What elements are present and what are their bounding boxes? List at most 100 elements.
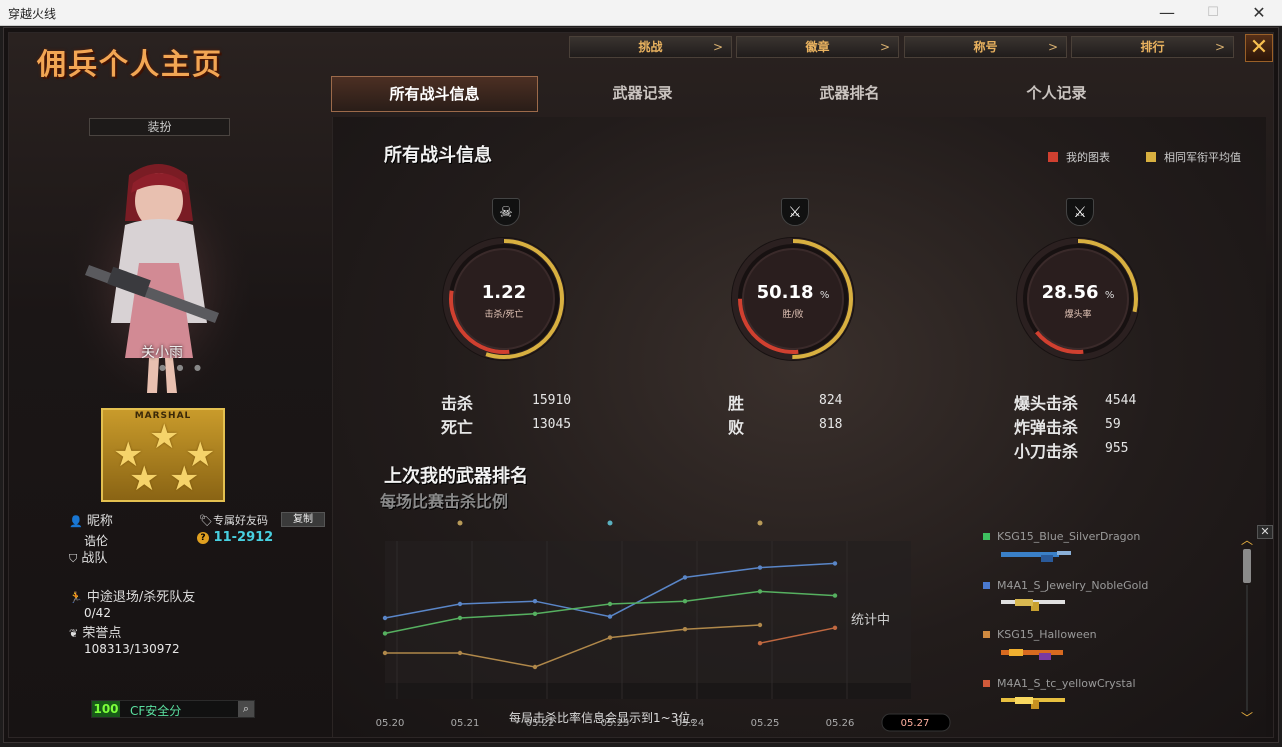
chart-x-tick: 05.21 bbox=[451, 718, 480, 729]
star-icon: ★ bbox=[149, 417, 180, 457]
team-row: ⛉ 战队 bbox=[69, 547, 107, 566]
crossed-swords-icon: ⚔ bbox=[781, 198, 809, 226]
star-icon: ★ bbox=[129, 459, 160, 499]
scrollbar-track[interactable] bbox=[1246, 585, 1248, 711]
chart-plot-area bbox=[385, 541, 911, 699]
friend-code-label: 专属好友码 bbox=[212, 514, 268, 527]
cf-safety-score: 100 CF安全分 ⌕ bbox=[91, 700, 255, 718]
stat-wins-value: 824 bbox=[819, 393, 843, 408]
weapon-name: KSG15_Halloween bbox=[997, 628, 1097, 641]
tab-challenge-label: 挑战 bbox=[638, 40, 663, 54]
gauge-winrate-value: 50.18 % bbox=[756, 282, 830, 303]
chart-title: 每场比赛击杀比例 bbox=[380, 492, 509, 511]
chart-x-tick: 05.27 bbox=[901, 718, 930, 729]
tab-personal-record[interactable]: 个人记录 bbox=[953, 76, 1160, 112]
honor-value: 108313/130972 bbox=[84, 642, 180, 656]
gauge-winrate-label: 胜/败 bbox=[782, 310, 804, 320]
quit-label: 中途退场/杀死队友 bbox=[86, 590, 196, 605]
weapon-color-swatch bbox=[983, 582, 990, 589]
window-titlebar: 穿越火线 — ☐ ✕ bbox=[0, 0, 1282, 26]
dress-up-button[interactable]: 装扮 bbox=[89, 118, 230, 136]
honor-label: 荣誉点 bbox=[82, 626, 122, 641]
shield-icon: ⛉ bbox=[69, 552, 78, 565]
tab-weapon-ranking[interactable]: 武器排名 bbox=[746, 76, 953, 112]
copy-button[interactable]: 复制 bbox=[281, 512, 325, 527]
stat-bomb-kills-value: 59 bbox=[1105, 417, 1121, 432]
section-title: 所有战斗信息 bbox=[384, 145, 492, 166]
legend-mine: 我的图表 bbox=[1048, 149, 1110, 165]
tab-all-battle-info[interactable]: 所有战斗信息 bbox=[331, 76, 538, 112]
weapon-color-swatch bbox=[983, 680, 990, 687]
rifle-gold-icon bbox=[1001, 599, 1065, 611]
help-icon[interactable]: ? bbox=[197, 532, 209, 544]
gauge-kd-value: 1.22 bbox=[481, 282, 527, 303]
weapon-list-scrollbar[interactable]: ︿ ﹀ bbox=[1240, 534, 1254, 725]
rank-badge-marshal: MARSHAL ★ ★ ★ ★ ★ bbox=[101, 408, 225, 502]
scrollbar-thumb[interactable] bbox=[1243, 549, 1251, 583]
gauge-winrate: 50.18 % 胜/败 bbox=[728, 234, 858, 364]
minimize-button[interactable]: — bbox=[1144, 2, 1190, 24]
weapon-name: M4A1_S_Jewelry_NobleGold bbox=[997, 579, 1149, 592]
weapon-color-swatch bbox=[983, 631, 990, 638]
chevron-up-icon[interactable]: ︿ bbox=[1240, 534, 1254, 546]
kill-ratio-chart: 05.20 05.21 05.22 05.23 05.24 05.25 05.26 05.27 bbox=[373, 520, 951, 732]
shotgun-halloween-icon bbox=[1001, 649, 1063, 660]
chart-x-tick: 05.25 bbox=[751, 718, 780, 729]
rifle-crystal-icon bbox=[1001, 697, 1065, 709]
tab-ranking[interactable]: 排行 > bbox=[1071, 36, 1234, 58]
maximize-button[interactable]: ☐ bbox=[1190, 2, 1236, 24]
chart-top-marker bbox=[607, 520, 613, 526]
app-panel: 佣兵个人主页 挑战 > 徽章 > 称号 > 排行 > ✕ 所有战斗信息 武器记录 武器排… bbox=[8, 32, 1274, 738]
person-icon: 👤 bbox=[69, 515, 83, 528]
chart-top-marker bbox=[457, 520, 463, 526]
tab-challenge[interactable]: 挑战 > bbox=[569, 36, 732, 58]
team-label: 战队 bbox=[81, 551, 108, 566]
friend-code-row: 🏷专属好友码 bbox=[199, 512, 268, 528]
weapon-item[interactable]: KSG15_Blue_SilverDragon bbox=[983, 530, 1140, 543]
stat-kills-value: 15910 bbox=[532, 393, 572, 408]
weapon-item[interactable]: M4A1_S_tc_yellowCrystal bbox=[983, 677, 1136, 690]
gauge-headshot-value: 28.56 % bbox=[1041, 282, 1115, 303]
profile-panel: 装扮 关小雨 ● ● ● MARSHAL ★ ★ ★ ★ ★ 👤 昵称 🏷专属好… bbox=[9, 33, 331, 733]
friend-code-value-row: ? 11-2912 bbox=[197, 530, 273, 545]
stat-losses-value: 818 bbox=[819, 417, 843, 432]
close-icon[interactable]: ✕ bbox=[1257, 525, 1273, 539]
nickname-row: 👤 昵称 bbox=[69, 510, 113, 529]
legend-avg-label: 相同军衔平均值 bbox=[1164, 151, 1241, 164]
stat-knife-kills-label: 小刀击杀 bbox=[1014, 442, 1079, 461]
stat-headshot-kills-value: 4544 bbox=[1105, 393, 1137, 408]
skull-icon: ☠ bbox=[492, 198, 520, 226]
carousel-dots[interactable]: ● ● ● bbox=[159, 363, 205, 372]
stat-deaths-label: 死亡 bbox=[441, 418, 474, 437]
chevron-right-icon: > bbox=[712, 40, 723, 54]
window-close-button[interactable]: ✕ bbox=[1236, 2, 1282, 24]
tab-title-label: 称号 bbox=[973, 40, 998, 54]
legend-average: 相同军衔平均值 bbox=[1146, 149, 1241, 165]
gauge-kd: 1.22 击杀/死亡 bbox=[439, 234, 569, 364]
gauge-headshot: 28.56 % 爆头率 bbox=[1013, 234, 1143, 364]
chart-x-tick: 05.20 bbox=[376, 718, 405, 729]
search-icon[interactable]: ⌕ bbox=[238, 701, 254, 717]
app-frame: 佣兵个人主页 挑战 > 徽章 > 称号 > 排行 > ✕ 所有战斗信息 武器记录 武器排… bbox=[3, 27, 1279, 743]
tag-icon: 🏷 bbox=[199, 514, 213, 527]
tab-badge[interactable]: 徽章 > bbox=[736, 36, 899, 58]
weapon-name: KSG15_Blue_SilverDragon bbox=[997, 530, 1141, 543]
gauge-kd-label: 击杀/死亡 bbox=[484, 310, 524, 320]
weapon-color-swatch bbox=[983, 533, 990, 540]
chart-status: 统计中 bbox=[851, 613, 891, 628]
weapon-item[interactable]: M4A1_S_Jewelry_NobleGold bbox=[983, 579, 1148, 592]
stat-headshot-kills-label: 爆头击杀 bbox=[1014, 394, 1079, 413]
tab-title[interactable]: 称号 > bbox=[904, 36, 1067, 58]
chevron-down-icon[interactable]: ﹀ bbox=[1240, 712, 1254, 724]
chevron-right-icon: > bbox=[1214, 40, 1225, 54]
close-button[interactable]: ✕ bbox=[1245, 34, 1273, 62]
tab-ranking-label: 排行 bbox=[1140, 40, 1165, 54]
weapon-item[interactable]: KSG15_Halloween bbox=[983, 628, 1097, 641]
character-name: 关小雨 bbox=[141, 345, 183, 361]
tab-badge-label: 徽章 bbox=[805, 40, 830, 54]
stat-kills-label: 击杀 bbox=[441, 394, 474, 413]
stat-deaths-value: 13045 bbox=[532, 417, 572, 432]
chart-note: 每局击杀比率信息会显示到1~3位。 bbox=[509, 711, 703, 725]
tab-weapon-record[interactable]: 武器记录 bbox=[539, 76, 746, 112]
stat-losses-label: 败 bbox=[728, 418, 745, 437]
